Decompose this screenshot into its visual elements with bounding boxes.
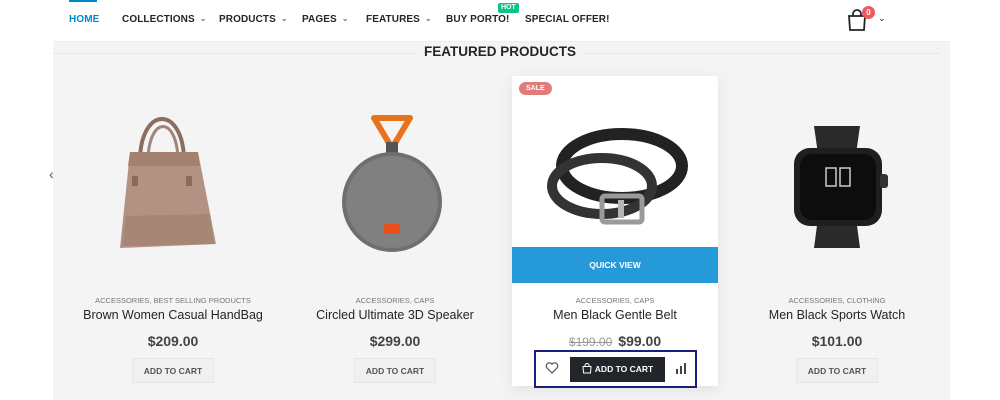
nav-collections-label: COLLECTIONS [122, 14, 195, 25]
active-nav-indicator [69, 0, 97, 2]
chevron-down-icon[interactable]: ⌄ [878, 13, 886, 24]
nav-pages-label: PAGES [302, 14, 337, 25]
product-card: ACCESSORIES, CAPS Circled Ultimate 3D Sp… [292, 76, 498, 386]
product-image[interactable]: SALE QUICK VIEW [512, 76, 718, 283]
add-to-cart-button[interactable]: ADD TO CART [570, 357, 665, 382]
product-name[interactable]: Men Black Sports Watch [734, 308, 940, 322]
nav-products-label: PRODUCTS [219, 14, 276, 25]
nav-features[interactable]: FEATURES ⌄ [366, 14, 432, 25]
current-price: $299.00 [369, 333, 421, 349]
nav-pages[interactable]: PAGES ⌄ [302, 14, 349, 25]
product-image[interactable] [70, 76, 276, 282]
wishlist-button[interactable] [545, 361, 561, 377]
product-name[interactable]: Brown Women Casual HandBag [70, 308, 276, 322]
current-price: $101.00 [811, 333, 863, 349]
quick-view-button[interactable]: QUICK VIEW [512, 247, 718, 283]
compare-button[interactable] [675, 361, 689, 375]
chevron-down-icon: ⌄ [341, 14, 349, 23]
section-title: FEATURED PRODUCTS [50, 44, 950, 59]
nav-products[interactable]: PRODUCTS ⌄ [219, 14, 288, 25]
product-image[interactable] [292, 76, 498, 282]
nav-special-offer[interactable]: SPECIAL OFFER! [525, 14, 610, 25]
speaker-image [342, 115, 442, 252]
handbag-image [120, 117, 216, 248]
nav-home[interactable]: HOME [69, 14, 99, 25]
current-price: $209.00 [147, 333, 199, 349]
hot-badge: HOT [498, 3, 519, 13]
chevron-down-icon: ⌄ [199, 14, 207, 23]
product-card: ACCESSORIES, BEST SELLING PRODUCTS Brown… [70, 76, 276, 386]
product-category[interactable]: ACCESSORIES, CAPS [292, 296, 498, 305]
top-nav: HOME COLLECTIONS ⌄ PRODUCTS ⌄ PAGES ⌄ FEATU… [53, 0, 950, 42]
product-card-hovered: SALE QUICK VIEW ACCESSORIES, CAPS Men Bl… [512, 76, 718, 388]
product-price: $199.00 $99.00 [512, 333, 718, 349]
nav-collections[interactable]: COLLECTIONS ⌄ [122, 14, 207, 25]
add-to-cart-button[interactable]: ADD TO CART [354, 358, 436, 383]
chevron-down-icon: ⌄ [424, 14, 432, 23]
heart-icon [545, 362, 559, 374]
product-category[interactable]: ACCESSORIES, BEST SELLING PRODUCTS [70, 296, 276, 305]
add-to-cart-label: ADD TO CART [594, 364, 654, 374]
nav-special-offer-label: SPECIAL OFFER! [525, 14, 610, 25]
product-category[interactable]: ACCESSORIES, CAPS [512, 296, 718, 305]
cart-count-badge: 0 [862, 6, 875, 19]
product-price: $299.00 [292, 333, 498, 349]
add-to-cart-button[interactable]: ADD TO CART [132, 358, 214, 383]
product-card: ACCESSORIES, CLOTHING Men Black Sports W… [734, 76, 940, 386]
product-actions-highlight: ADD TO CART [534, 350, 697, 388]
watch-image [794, 126, 888, 248]
carousel-prev-icon[interactable]: ‹ [49, 166, 54, 182]
compare-bars-icon [676, 363, 686, 374]
nav-buy-porto[interactable]: BUY PORTO! [446, 14, 509, 25]
old-price: $199.00 [568, 335, 613, 349]
shopping-bag-icon [582, 363, 592, 374]
chevron-down-icon: ⌄ [280, 14, 288, 23]
product-image[interactable] [734, 76, 940, 282]
nav-buy-porto-label: BUY PORTO! [446, 14, 510, 25]
product-category[interactable]: ACCESSORIES, CLOTHING [734, 296, 940, 305]
current-price: $99.00 [618, 333, 662, 349]
section-title-text: FEATURED PRODUCTS [415, 44, 584, 59]
nav-home-label: HOME [69, 14, 100, 25]
product-price: $209.00 [70, 333, 276, 349]
sale-badge: SALE [519, 82, 552, 95]
product-name[interactable]: Circled Ultimate 3D Speaker [292, 308, 498, 322]
product-name[interactable]: Men Black Gentle Belt [512, 308, 718, 322]
nav-features-label: FEATURES [366, 14, 420, 25]
product-price: $101.00 [734, 333, 940, 349]
add-to-cart-button[interactable]: ADD TO CART [796, 358, 878, 383]
